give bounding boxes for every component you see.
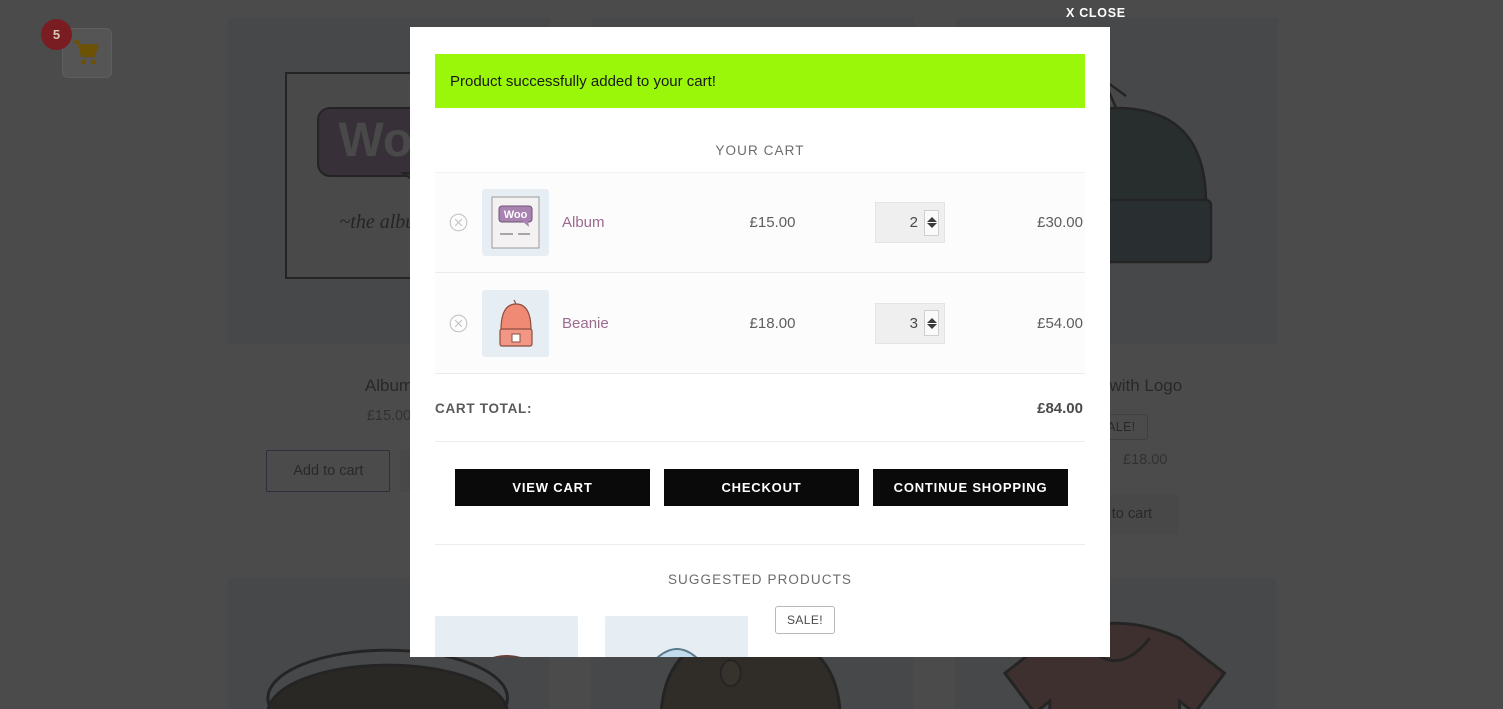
- cart-item-price: £15.00: [749, 214, 796, 231]
- checkout-button[interactable]: CHECKOUT: [664, 469, 859, 506]
- hoodie-thumbnail: [605, 616, 748, 657]
- cart-modal: Product successfully added to your cart!…: [410, 27, 1110, 657]
- beanie-thumbnail: [482, 289, 549, 357]
- cart-action-buttons: VIEW CART CHECKOUT CONTINUE SHOPPING: [435, 442, 1085, 506]
- remove-item-button[interactable]: [435, 213, 482, 232]
- cart-row: Woo Album £15.00 2 £30.00: [435, 172, 1085, 273]
- cart-item-thumbnail-wrapper[interactable]: [482, 289, 562, 357]
- suggested-product-card[interactable]: SALE!: [775, 606, 918, 657]
- suggested-product-card[interactable]: [605, 616, 748, 657]
- quantity-stepper[interactable]: 3: [875, 302, 945, 344]
- cart-item-subtotal: £30.00: [1037, 214, 1083, 231]
- quantity-spinner[interactable]: [924, 310, 939, 336]
- continue-shopping-button[interactable]: CONTINUE SHOPPING: [873, 469, 1068, 506]
- cart-item-name[interactable]: Beanie: [562, 315, 705, 332]
- cart-item-name[interactable]: Album: [562, 214, 705, 231]
- remove-item-button[interactable]: [435, 314, 482, 333]
- quantity-spinner[interactable]: [924, 209, 939, 236]
- cart-item-subtotal: £54.00: [1037, 314, 1083, 332]
- page-root: Woo ~the album~ Album £15.00 Add to cart…: [0, 0, 1503, 709]
- remove-circle-icon: [449, 314, 468, 332]
- spinner-arrows-icon: [926, 317, 937, 329]
- cart-total-label: CART TOTAL:: [435, 401, 533, 416]
- cart-item-price: £18.00: [749, 314, 796, 332]
- cart-item-quantity-cell: 3: [840, 302, 980, 344]
- cart-totals: CART TOTAL: £84.00: [435, 374, 1085, 442]
- cart-items-table: Woo Album £15.00 2 £30.00 Beanie £18.00 …: [435, 172, 1085, 374]
- cart-modal-body: Product successfully added to your cart!…: [410, 54, 1110, 657]
- success-notice: Product successfully added to your cart!: [435, 54, 1085, 108]
- suggested-product-card[interactable]: [435, 616, 578, 657]
- quantity-value: 3: [909, 314, 918, 332]
- view-cart-button[interactable]: VIEW CART: [455, 469, 650, 506]
- suggested-products-heading: SUGGESTED PRODUCTS: [435, 544, 1085, 587]
- close-modal-button[interactable]: X CLOSE: [1066, 6, 1126, 20]
- floating-cart-widget[interactable]: 5: [41, 19, 112, 78]
- your-cart-heading: YOUR CART: [715, 143, 805, 158]
- quantity-stepper[interactable]: 2: [875, 202, 945, 243]
- quantity-value: 2: [909, 214, 918, 231]
- cart-item-quantity-cell: 2: [840, 202, 980, 243]
- remove-circle-icon: [449, 213, 468, 232]
- shopping-cart-icon: [73, 40, 99, 65]
- sale-badge: SALE!: [775, 606, 836, 634]
- album-cover-thumbnail: Woo: [482, 189, 549, 256]
- suggested-products-grid: SALE!: [435, 606, 1085, 657]
- svg-text:Woo: Woo: [504, 209, 528, 221]
- cart-total-value: £84.00: [1037, 400, 1083, 417]
- cart-count-badge: 5: [41, 19, 72, 50]
- cart-item-thumbnail-wrapper[interactable]: Woo: [482, 189, 562, 256]
- tshirt-thumbnail: [435, 616, 578, 657]
- spinner-arrows-icon: [926, 217, 937, 228]
- cart-row: Beanie £18.00 3 £54.00: [435, 273, 1085, 374]
